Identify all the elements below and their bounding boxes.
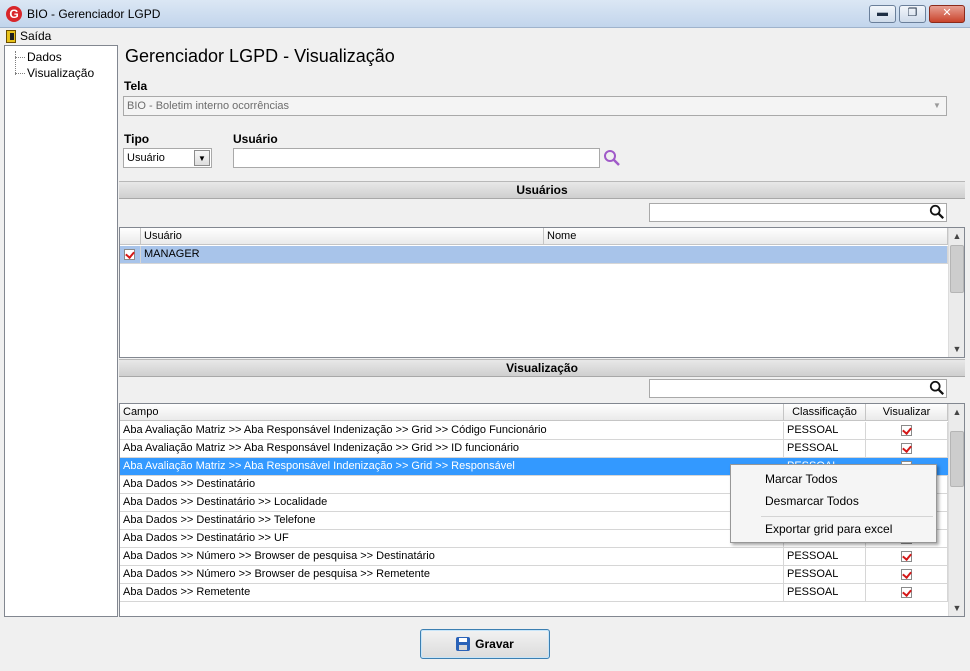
tree-item-dados[interactable]: Dados xyxy=(15,50,62,64)
cell-classificacao: PESSOAL xyxy=(784,548,866,565)
cell-classificacao: PESSOAL xyxy=(784,584,866,601)
tipo-select-value: Usuário xyxy=(127,152,165,164)
visualizacao-grid-scrollbar[interactable]: ▲ ▼ xyxy=(948,404,964,616)
cell-campo: Aba Avaliação Matriz >> Aba Responsável … xyxy=(120,440,784,457)
cell-campo: Aba Dados >> Destinatário >> Telefone xyxy=(120,512,784,529)
visualizacao-search-input[interactable] xyxy=(649,379,947,398)
chevron-down-icon: ▼ xyxy=(194,150,210,166)
checkbox-checked[interactable] xyxy=(901,443,912,454)
menu-item-marcar-todos[interactable]: Marcar Todos xyxy=(732,469,935,489)
cell-campo: Aba Dados >> Destinatário >> UF xyxy=(120,530,784,547)
scroll-down-icon[interactable]: ▼ xyxy=(949,341,964,357)
column-header-usuario[interactable]: Usuário xyxy=(141,228,544,245)
usuarios-grid-scrollbar[interactable]: ▲ ▼ xyxy=(948,228,964,357)
floppy-disk-icon xyxy=(456,637,471,651)
menubar: Saída xyxy=(0,28,970,44)
usuarios-grid[interactable]: Usuário Nome MANAGER ▲ ▼ xyxy=(119,227,965,358)
table-row[interactable]: Aba Dados >> Remetente PESSOAL xyxy=(120,584,948,602)
cell-visualizar[interactable] xyxy=(866,422,948,439)
tree-item-visualizacao[interactable]: Visualização xyxy=(15,66,94,80)
cell-visualizar[interactable] xyxy=(866,566,948,583)
scroll-down-icon[interactable]: ▼ xyxy=(949,600,964,616)
cell-campo: Aba Dados >> Número >> Browser de pesqui… xyxy=(120,566,784,583)
chevron-down-icon: ▼ xyxy=(933,101,941,110)
search-icon[interactable] xyxy=(929,204,945,220)
row-checkbox-cell[interactable] xyxy=(120,246,141,263)
tipo-select[interactable]: Usuário ▼ xyxy=(123,148,212,168)
save-button-label: Gravar xyxy=(475,637,514,651)
visualizacao-grid-header: Campo Classificação Visualizar xyxy=(120,404,948,421)
app-logo-icon: G xyxy=(6,6,22,22)
menu-separator xyxy=(761,516,933,517)
tipo-label: Tipo xyxy=(124,132,150,146)
column-header-campo[interactable]: Campo xyxy=(120,404,784,421)
cell-campo: Aba Avaliação Matriz >> Aba Responsável … xyxy=(120,422,784,439)
context-menu: Marcar Todos Desmarcar Todos Exportar gr… xyxy=(730,464,937,543)
checkbox-checked[interactable] xyxy=(901,425,912,436)
save-button[interactable]: Gravar xyxy=(420,629,550,659)
navigation-tree[interactable]: Dados Visualização xyxy=(4,45,118,617)
maximize-button[interactable]: ❐ xyxy=(899,5,926,23)
usuario-filter-label: Usuário xyxy=(233,132,278,146)
usuarios-search-input[interactable] xyxy=(649,203,947,222)
usuario-filter-input[interactable] xyxy=(233,148,600,168)
table-row[interactable]: Aba Dados >> Número >> Browser de pesqui… xyxy=(120,548,948,566)
scroll-thumb[interactable] xyxy=(950,245,964,293)
checkbox-checked[interactable] xyxy=(901,569,912,580)
exit-door-icon xyxy=(6,29,16,43)
menu-item-desmarcar-todos[interactable]: Desmarcar Todos xyxy=(732,491,935,511)
checkbox-checked[interactable] xyxy=(124,249,135,260)
column-header-classificacao[interactable]: Classificação xyxy=(784,404,866,421)
window-title: BIO - Gerenciador LGPD xyxy=(27,7,161,21)
column-header-visualizar[interactable]: Visualizar xyxy=(866,404,948,421)
scroll-thumb[interactable] xyxy=(950,431,964,487)
cell-classificacao: PESSOAL xyxy=(784,440,866,457)
cell-visualizar[interactable] xyxy=(866,440,948,457)
scroll-up-icon[interactable]: ▲ xyxy=(949,404,964,420)
usuarios-section-header: Usuários xyxy=(119,181,965,199)
cell-campo: Aba Avaliação Matriz >> Aba Responsável … xyxy=(120,458,784,475)
page-title: Gerenciador LGPD - Visualização xyxy=(125,46,395,66)
window-titlebar: G BIO - Gerenciador LGPD ▬ ❐ ✕ xyxy=(0,0,970,28)
visualizacao-section-header: Visualização xyxy=(119,359,965,377)
cell-nome xyxy=(544,246,948,263)
table-row[interactable]: Aba Dados >> Número >> Browser de pesqui… xyxy=(120,566,948,584)
search-icon[interactable] xyxy=(929,380,945,396)
table-row[interactable]: MANAGER xyxy=(120,246,948,264)
usuarios-grid-header: Usuário Nome xyxy=(120,228,948,245)
tela-label: Tela xyxy=(124,79,148,93)
scroll-up-icon[interactable]: ▲ xyxy=(949,228,964,244)
cell-visualizar[interactable] xyxy=(866,548,948,565)
cell-usuario: MANAGER xyxy=(141,246,544,263)
menu-item-exportar-excel[interactable]: Exportar grid para excel xyxy=(732,519,935,539)
checkbox-column-header xyxy=(120,228,141,245)
column-header-nome[interactable]: Nome xyxy=(544,228,948,245)
close-button[interactable]: ✕ xyxy=(929,5,965,23)
search-icon[interactable] xyxy=(603,149,621,167)
tela-select-value: BIO - Boletim interno ocorrências xyxy=(127,100,290,112)
cell-campo: Aba Dados >> Destinatário >> Localidade xyxy=(120,494,784,511)
cell-campo: Aba Dados >> Número >> Browser de pesqui… xyxy=(120,548,784,565)
cell-visualizar[interactable] xyxy=(866,584,948,601)
cell-campo: Aba Dados >> Destinatário xyxy=(120,476,784,493)
table-row[interactable]: Aba Avaliação Matriz >> Aba Responsável … xyxy=(120,440,948,458)
checkbox-checked[interactable] xyxy=(901,587,912,598)
cell-classificacao: PESSOAL xyxy=(784,422,866,439)
menu-exit[interactable]: Saída xyxy=(6,28,51,44)
checkbox-checked[interactable] xyxy=(901,551,912,562)
cell-classificacao: PESSOAL xyxy=(784,566,866,583)
menu-exit-label: Saída xyxy=(20,29,52,43)
table-row[interactable]: Aba Avaliação Matriz >> Aba Responsável … xyxy=(120,422,948,440)
minimize-button[interactable]: ▬ xyxy=(869,5,896,23)
tela-select[interactable]: BIO - Boletim interno ocorrências ▼ xyxy=(123,96,947,116)
cell-campo: Aba Dados >> Remetente xyxy=(120,584,784,601)
